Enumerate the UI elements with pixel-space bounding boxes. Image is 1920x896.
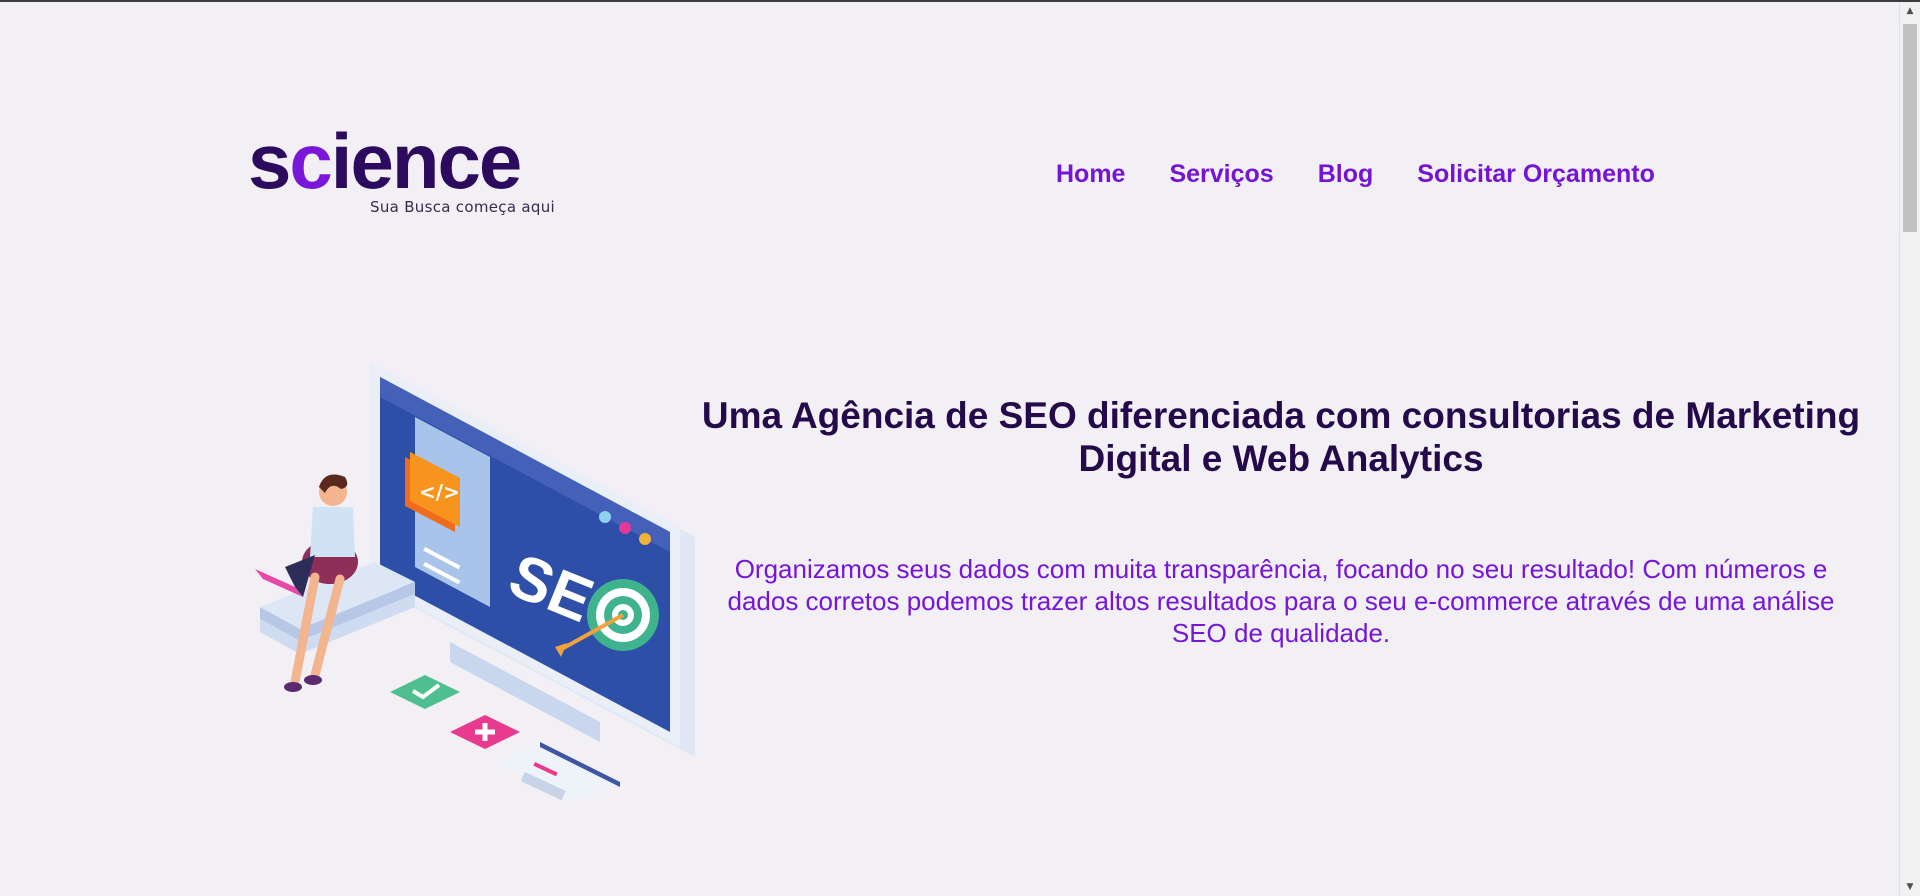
logo-tagline: Sua Busca começa aqui (370, 198, 555, 216)
nav-link-blog[interactable]: Blog (1318, 160, 1374, 189)
logo-word-start: s (248, 117, 291, 205)
arrow-up-icon[interactable]: ▲ (1900, 2, 1920, 20)
logo-wordmark: science (248, 122, 522, 200)
vertical-scrollbar[interactable]: ▲ ▼ (1899, 2, 1920, 896)
main-nav: Home Serviços Blog Solicitar Orçamento (1056, 160, 1699, 189)
nav-link-home[interactable]: Home (1056, 160, 1125, 189)
code-icon: </> (419, 480, 460, 504)
window-dot-yellow (639, 533, 651, 545)
scrollbar-thumb[interactable] (1903, 24, 1917, 232)
nav-link-servicos[interactable]: Serviços (1169, 160, 1273, 189)
logo-word-accent: c (289, 117, 332, 205)
person-shoe (304, 675, 322, 685)
person-shirt (310, 507, 355, 557)
site-logo[interactable]: science Sua Busca começa aqui (248, 122, 578, 222)
arrow-down-icon[interactable]: ▼ (1900, 878, 1920, 896)
seo-illustration: </> SEO (255, 362, 695, 802)
check-badge (390, 675, 460, 709)
site-header: science Sua Busca começa aqui Home Servi… (0, 2, 1900, 262)
logo-word-end: ience (330, 117, 522, 205)
hero-description: Organizamos seus dados com muita transpa… (727, 554, 1835, 648)
window-dot-pink (619, 522, 631, 534)
hero-title: Uma Agência de SEO diferenciada com cons… (701, 395, 1861, 479)
nav-link-solicitar-orcamento[interactable]: Solicitar Orçamento (1417, 160, 1655, 189)
window-dot-blue (599, 511, 611, 523)
person-shoe (284, 682, 302, 692)
